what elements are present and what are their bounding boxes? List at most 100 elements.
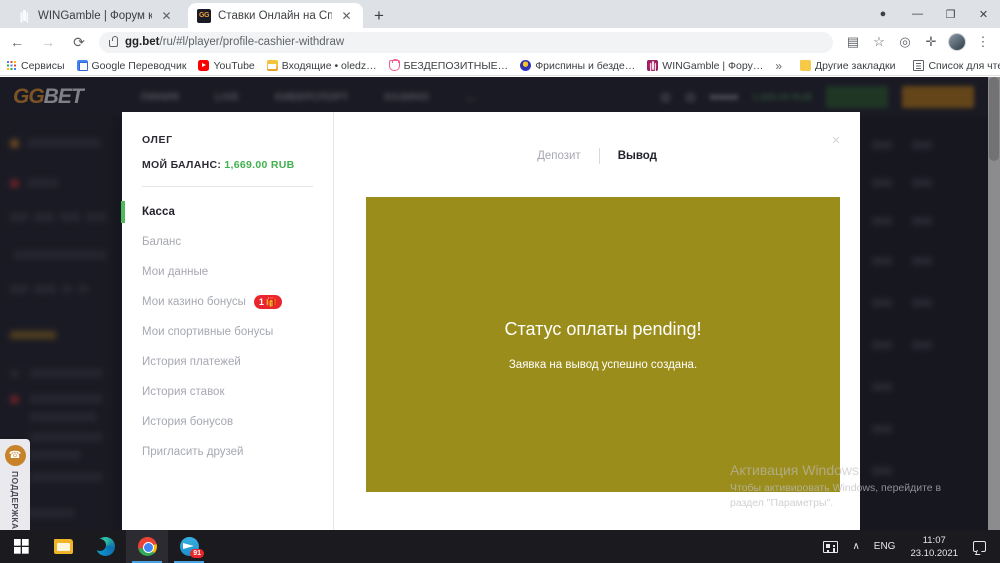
- tab-title: Ставки Онлайн на Спорт и Киб: [218, 9, 332, 22]
- clock-date: 23.10.2021: [910, 547, 958, 559]
- crown-icon: [388, 58, 400, 71]
- other-bookmarks-label: Другие закладки: [815, 59, 896, 72]
- sidebar-item-label: Мои данные: [142, 266, 209, 278]
- browser-tab-ggbet[interactable]: GG Ставки Онлайн на Спорт и Киб ✕: [188, 3, 363, 28]
- show-hidden-icons-icon[interactable]: ∧: [845, 530, 866, 563]
- balance-row: МОЙ БАЛАНС: 1,669.00 RUB: [122, 159, 333, 171]
- back-icon[interactable]: ←: [3, 28, 31, 56]
- sidebar-item-label: Мои казино бонусы: [142, 296, 246, 308]
- bookmark-wingamble[interactable]: WINGamble | Фору…: [641, 57, 769, 75]
- gift-icon: 🎁: [265, 296, 278, 307]
- sidebar-item-label: История ставок: [142, 386, 225, 398]
- windows-start-icon: [13, 539, 29, 554]
- support-label: ПОДДЕРЖКА 24/7: [10, 471, 20, 530]
- folder-icon: [800, 60, 812, 71]
- news-and-interests-icon[interactable]: [816, 530, 845, 563]
- sidebar-item-balance[interactable]: Баланс: [122, 227, 333, 257]
- youtube-icon: [198, 60, 210, 71]
- modal-content: × Депозит Вывод Статус оплаты pending! З…: [334, 112, 860, 530]
- sidebar-item-label: Баланс: [142, 236, 182, 248]
- sidebar-item-bonus-history[interactable]: История бонусов: [122, 407, 333, 437]
- clock-time: 11:07: [922, 534, 946, 546]
- freespins-icon: [520, 60, 532, 71]
- reading-list-icon: [913, 60, 925, 71]
- support-tab[interactable]: ☎ ПОДДЕРЖКА 24/7: [0, 439, 30, 530]
- mail-icon: [266, 60, 278, 71]
- extension-icon[interactable]: ◎: [892, 29, 918, 55]
- telegram-badge: 91: [190, 549, 204, 558]
- bookmark-label: YouTube: [213, 59, 255, 72]
- lock-icon: [109, 35, 118, 47]
- close-icon[interactable]: ✕: [159, 8, 174, 23]
- file-explorer-icon: [53, 539, 73, 554]
- taskbar-telegram[interactable]: 91: [168, 530, 210, 563]
- tab-withdraw[interactable]: Вывод: [600, 150, 675, 162]
- sidebar-item-label: Касса: [142, 206, 175, 218]
- bookmark-bezdepozitnye[interactable]: БЕЗДЕПОЗИТНЫЕ…: [383, 57, 515, 75]
- profile-avatar-icon[interactable]: [944, 29, 970, 55]
- reading-list-label: Список для чтения: [928, 59, 1000, 72]
- sidebar-item-label: Пригласить друзей: [142, 446, 244, 458]
- sidebar-item-my-data[interactable]: Мои данные: [122, 257, 333, 287]
- forward-icon[interactable]: →: [34, 28, 62, 56]
- bookmarks-bar: Сервисы Google Переводчик YouTube Входящ…: [0, 56, 1000, 76]
- side-panel-icon[interactable]: ▤: [840, 29, 866, 55]
- minimize-icon[interactable]: —: [901, 0, 934, 28]
- bookmark-label: Фриспины и безде…: [535, 59, 636, 72]
- taskbar-chrome[interactable]: [126, 530, 168, 563]
- edge-icon: [93, 537, 115, 556]
- chrome-menu-icon[interactable]: ⋮: [970, 29, 996, 55]
- close-window-icon[interactable]: ✕: [967, 0, 1000, 28]
- language-indicator[interactable]: ENG: [867, 530, 903, 563]
- sidebar-item-sport-bonuses[interactable]: Мои спортивные бонусы: [122, 317, 333, 347]
- start-button[interactable]: [0, 530, 42, 563]
- badge-count: 1: [258, 297, 264, 307]
- close-icon[interactable]: ✕: [339, 8, 354, 23]
- status-badge: 1 🎁: [253, 295, 283, 309]
- wingamble-icon: [647, 60, 659, 71]
- sidebar-item-payment-history[interactable]: История платежей: [122, 347, 333, 377]
- ggbet-icon: GG: [197, 8, 211, 23]
- maximize-icon[interactable]: ❐: [934, 0, 967, 28]
- browser-tab-wingamble[interactable]: WINGamble | Форум казино ✕: [8, 3, 183, 28]
- sidebar-item-casino-bonuses[interactable]: Мои казино бонусы 1 🎁: [122, 287, 333, 317]
- sidebar-item-label: История платежей: [142, 356, 241, 368]
- bookmark-services[interactable]: Сервисы: [0, 57, 71, 75]
- browser-tab-strip: WINGamble | Форум казино ✕ GG Ставки Онл…: [0, 0, 1000, 28]
- reload-icon[interactable]: ⟳: [65, 28, 93, 56]
- address-bar[interactable]: gg.bet /ru/#l/player/profile-cashier-wit…: [99, 31, 833, 53]
- wingamble-icon: [17, 9, 31, 23]
- browser-toolbar: ← → ⟳ gg.bet /ru/#l/player/profile-cashi…: [0, 28, 1000, 56]
- sidebar-item-bet-history[interactable]: История ставок: [122, 377, 333, 407]
- extensions-puzzle-icon[interactable]: ✛: [918, 29, 944, 55]
- clock[interactable]: 11:07 23.10.2021: [902, 530, 966, 563]
- bookmark-inbox[interactable]: Входящие • oledz…: [261, 57, 383, 75]
- apps-grid-icon: [6, 60, 17, 71]
- bookmarks-overflow-icon[interactable]: »: [769, 59, 788, 73]
- tab-title: WINGamble | Форум казино: [38, 9, 152, 22]
- sidebar-item-label: История бонусов: [142, 416, 234, 428]
- window-extra-icon[interactable]: ●: [865, 0, 901, 28]
- cashier-tabs: Депозит Вывод: [334, 112, 860, 164]
- bookmark-label: БЕЗДЕПОЗИТНЫЕ…: [403, 59, 509, 72]
- other-bookmarks-button[interactable]: Другие закладки: [794, 57, 901, 75]
- bookmark-label: Google Переводчик: [91, 59, 187, 72]
- tab-deposit[interactable]: Депозит: [519, 150, 599, 162]
- toolbar-icons: ▤ ☆ ◎ ✛ ⋮: [840, 29, 1000, 55]
- notification-center-icon[interactable]: [966, 530, 993, 563]
- bookmark-youtube[interactable]: YouTube: [192, 57, 260, 75]
- taskbar-edge[interactable]: [84, 530, 126, 563]
- new-tab-button[interactable]: +: [368, 5, 390, 27]
- bookmark-star-icon[interactable]: ☆: [866, 29, 892, 55]
- system-tray: ∧ ENG 11:07 23.10.2021: [816, 530, 1000, 563]
- payment-status-panel: Статус оплаты pending! Заявка на вывод у…: [366, 197, 840, 492]
- reading-list-button[interactable]: Список для чтения: [907, 57, 1000, 75]
- sidebar-item-cashier[interactable]: Касса: [121, 197, 333, 227]
- taskbar-file-explorer[interactable]: [42, 530, 84, 563]
- bookmark-freespins[interactable]: Фриспины и безде…: [514, 57, 641, 75]
- sidebar-item-invite-friends[interactable]: Пригласить друзей: [122, 437, 333, 467]
- bookmark-google-translate[interactable]: Google Переводчик: [71, 57, 193, 75]
- divider: [142, 186, 313, 187]
- close-icon[interactable]: ×: [829, 133, 843, 148]
- bookmark-label: Входящие • oledz…: [281, 59, 377, 72]
